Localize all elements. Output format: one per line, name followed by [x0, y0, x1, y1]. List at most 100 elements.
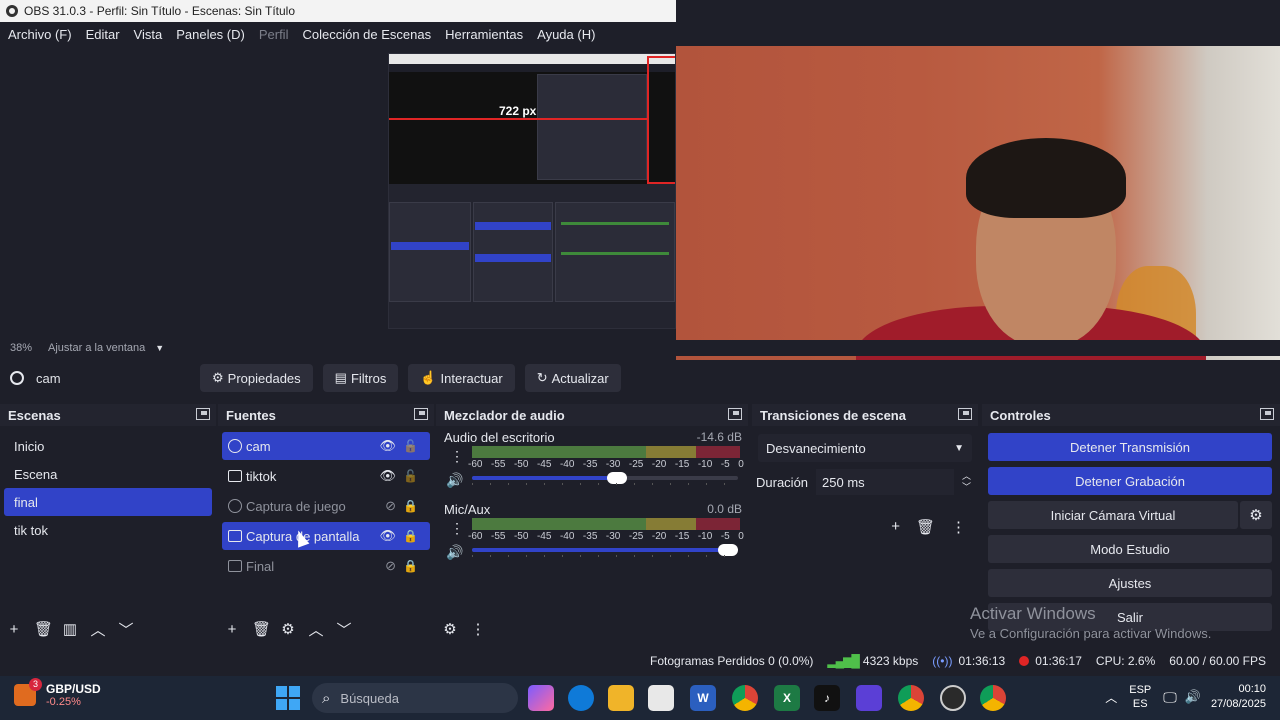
title-bar: OBS 31.0.3 - Perfil: Sin Título - Escena… — [0, 0, 676, 22]
market-widget[interactable]: 3 GBP/USD -0.25% — [14, 678, 101, 708]
scene-item[interactable]: Inicio — [4, 432, 212, 460]
eye-icon[interactable]: 👁 — [379, 468, 396, 484]
obs-taskbar-icon[interactable] — [940, 685, 966, 711]
zoom-mode[interactable]: Ajustar a la ventana — [48, 342, 145, 354]
properties-button[interactable]: ⚙ Propiedades — [200, 364, 313, 392]
meter-tick-label: -45 — [536, 459, 552, 470]
screen-capture-source[interactable]: 722 px — [388, 53, 676, 329]
settings-button[interactable]: Ajustes — [988, 569, 1272, 597]
source-item-game-capture[interactable]: Captura de juego ⊘ 🔒 — [222, 492, 430, 520]
edge-icon[interactable] — [568, 685, 594, 711]
chevron-down-icon[interactable]: ﹀ — [336, 619, 352, 640]
eye-off-icon[interactable]: ⊘ — [385, 558, 396, 574]
kebab-menu-icon[interactable]: ⋮ — [450, 520, 464, 537]
sources-dock: Fuentes cam 👁 🔓 tiktok 👁 🔓 Captura de ju… — [218, 404, 434, 644]
kebab-menu-icon[interactable]: ⋮ — [470, 620, 486, 638]
chevron-down-icon[interactable]: ﹀ — [118, 619, 134, 640]
undock-icon[interactable] — [1260, 408, 1274, 420]
eye-off-icon[interactable]: ⊘ — [385, 498, 396, 514]
stop-streaming-button[interactable]: Detener Transmisión — [988, 433, 1272, 461]
virtual-camera-settings-button[interactable]: ⚙ — [1240, 501, 1272, 529]
meter-tick-label: -25 — [628, 459, 644, 470]
lock-icon[interactable]: 🔒 — [403, 559, 418, 573]
interact-button[interactable]: ☝ Interactuar — [408, 364, 515, 392]
scene-item[interactable]: Escena — [4, 460, 212, 488]
chrome-profile-icon[interactable] — [898, 685, 924, 711]
menu-archivo[interactable]: Archivo (F) — [8, 27, 72, 42]
volume-icon[interactable]: 🔊 — [1185, 689, 1201, 705]
filter-icon[interactable]: ▥ — [62, 620, 78, 638]
speaker-icon[interactable]: 🔊 — [446, 472, 463, 489]
speaker-icon[interactable]: 🔊 — [446, 544, 463, 561]
undock-icon[interactable] — [728, 408, 742, 420]
copilot-icon[interactable] — [528, 685, 554, 711]
source-item-tiktok[interactable]: tiktok 👁 🔓 — [222, 462, 430, 490]
chevron-up-icon[interactable]: ︿ — [308, 619, 324, 640]
menu-herramientas[interactable]: Herramientas — [445, 27, 523, 42]
screenshot-tool-icon[interactable] — [648, 685, 674, 711]
chevron-down-icon[interactable]: ▼ — [155, 343, 164, 353]
duration-spinner[interactable]: ︿ ﹀ — [956, 471, 971, 493]
taskbar-search[interactable]: ⌕ Búsqueda — [312, 683, 518, 713]
windows-start-icon[interactable] — [276, 686, 300, 710]
menu-coleccion-escenas[interactable]: Colección de Escenas — [302, 27, 431, 42]
volume-slider[interactable] — [472, 472, 738, 484]
mixer-title: Mezclador de audio — [444, 407, 565, 423]
word-icon[interactable]: W — [690, 685, 716, 711]
chrome-icon[interactable] — [732, 685, 758, 711]
trash-icon[interactable]: 🗑 — [252, 620, 271, 638]
source-item-final[interactable]: Final ⊘ 🔒 — [222, 552, 430, 580]
camera-icon — [10, 371, 24, 385]
stop-recording-button[interactable]: Detener Grabación — [988, 467, 1272, 495]
preview-canvas[interactable]: 722 px — [0, 46, 1280, 386]
add-icon[interactable]: + — [891, 518, 900, 536]
network-icon[interactable]: 🖵 — [1163, 689, 1177, 706]
chevron-up-icon[interactable]: ︿ — [1105, 689, 1117, 706]
language-indicator[interactable]: ESP ES — [1129, 683, 1151, 711]
file-explorer-icon[interactable] — [608, 685, 634, 711]
source-item-cam[interactable]: cam 👁 🔓 — [222, 432, 430, 460]
menu-editar[interactable]: Editar — [86, 27, 120, 42]
gear-icon[interactable]: ⚙ — [280, 620, 296, 638]
undock-icon[interactable] — [958, 408, 972, 420]
unlock-icon[interactable]: 🔓 — [403, 439, 418, 453]
source-item-screen-capture[interactable]: Captura de pantalla 👁 🔒 — [222, 522, 430, 550]
add-icon[interactable]: + — [6, 621, 22, 638]
scene-item[interactable]: tik tok — [4, 516, 212, 544]
undock-icon[interactable] — [196, 408, 210, 420]
mixer-body: Audio del escritorio -14.6 dB ⋮ 🔊 -60 -55… — [436, 426, 748, 644]
studio-mode-button[interactable]: Modo Estudio — [988, 535, 1272, 563]
gear-icon[interactable]: ⚙ — [442, 620, 458, 638]
webcam-source[interactable] — [676, 46, 1280, 386]
unlock-icon[interactable]: 🔓 — [403, 469, 418, 483]
kebab-menu-icon[interactable]: ⋮ — [450, 448, 464, 465]
tiktok-icon[interactable]: ♪ — [814, 685, 840, 711]
menu-paneles[interactable]: Paneles (D) — [176, 27, 245, 42]
editor-app-icon[interactable] — [856, 685, 882, 711]
kebab-menu-icon[interactable]: ⋮ — [951, 518, 966, 536]
lock-icon[interactable]: 🔒 — [403, 529, 418, 543]
volume-slider[interactable] — [472, 544, 738, 556]
chrome-profile-2-icon[interactable] — [980, 685, 1006, 711]
trash-icon[interactable]: 🗑 — [916, 518, 935, 536]
eye-icon[interactable]: 👁 — [379, 528, 396, 544]
excel-icon[interactable]: X — [774, 685, 800, 711]
refresh-button[interactable]: ↻ Actualizar — [524, 364, 621, 392]
start-virtual-camera-button[interactable]: Iniciar Cámara Virtual — [988, 501, 1238, 529]
source-toolbar: cam ⚙ Propiedades ▤ Filtros ☝ Interactua… — [0, 360, 1280, 396]
controls-title: Controles — [990, 407, 1051, 423]
lock-icon[interactable]: 🔒 — [403, 499, 418, 513]
eye-icon[interactable]: 👁 — [379, 438, 396, 454]
menu-vista[interactable]: Vista — [134, 27, 163, 42]
add-icon[interactable]: + — [224, 621, 240, 638]
trash-icon[interactable]: 🗑 — [34, 620, 53, 638]
scene-item-selected[interactable]: final — [4, 488, 212, 516]
clock[interactable]: 00:10 27/08/2025 — [1211, 682, 1266, 712]
filters-button[interactable]: ▤ Filtros — [322, 364, 399, 392]
undock-icon[interactable] — [414, 408, 428, 420]
duration-input[interactable]: 250 ms — [816, 469, 955, 495]
menu-perfil[interactable]: Perfil — [259, 27, 289, 42]
transition-select[interactable]: Desvanecimiento ▼ — [758, 434, 972, 462]
chevron-up-icon[interactable]: ︿ — [90, 619, 106, 640]
menu-ayuda[interactable]: Ayuda (H) — [537, 27, 595, 42]
